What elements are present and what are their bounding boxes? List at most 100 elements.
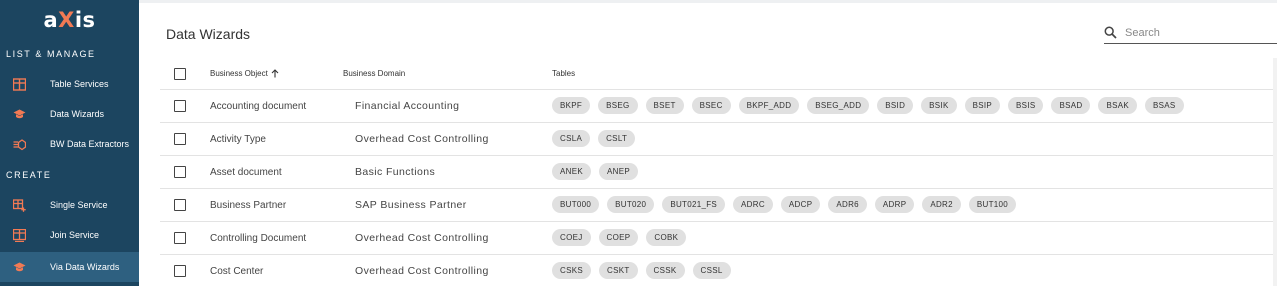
table-chip[interactable]: ADRP: [874, 196, 915, 213]
table-row[interactable]: Accounting document Financial Accounting B…: [160, 90, 1277, 123]
tables-cell: CSLA CSLT: [552, 130, 636, 147]
page-title: Data Wizards: [166, 26, 251, 42]
main-panel: Data Wizards Business Object Business Do…: [139, 0, 1277, 286]
table-chip[interactable]: BSAD: [1051, 97, 1091, 114]
table-chip[interactable]: ADR6: [828, 196, 867, 213]
table-chip[interactable]: ANEK: [552, 163, 591, 180]
business-object-cell: Activity Type: [210, 134, 266, 145]
table-chip[interactable]: COBK: [646, 229, 687, 246]
column-header-business-object[interactable]: Business Object: [210, 69, 279, 78]
business-domain-cell: Financial Accounting: [355, 100, 460, 112]
table-chip[interactable]: BSIS: [1008, 97, 1044, 114]
table-body: Accounting document Financial Accounting B…: [160, 90, 1277, 286]
sidebar-item-label: BW Data Extractors: [50, 139, 130, 149]
business-domain-cell: Overhead Cost Controlling: [355, 265, 489, 277]
table-chip[interactable]: CSSK: [645, 262, 685, 279]
section-label-list-manage: LIST & MANAGE: [6, 49, 96, 59]
table-row[interactable]: Asset document Basic Functions ANEK ANEP: [160, 156, 1277, 189]
sidebar-item-join-service[interactable]: Join Service: [0, 220, 139, 250]
table-chip[interactable]: BSEG: [598, 97, 638, 114]
sidebar-item-label: Via Data Wizards: [50, 262, 120, 272]
table-chip[interactable]: ADR2: [922, 196, 961, 213]
search-box[interactable]: [1104, 22, 1277, 44]
row-checkbox[interactable]: [174, 166, 186, 178]
tables-cell: CSKS CSKT CSSK CSSL: [552, 262, 731, 279]
table-row[interactable]: Activity Type Overhead Cost Controlling CS…: [160, 123, 1277, 156]
tables-cell: COEJ COEP COBK: [552, 229, 687, 246]
business-object-cell: Accounting document: [210, 101, 307, 112]
business-domain-cell: Overhead Cost Controlling: [355, 133, 489, 145]
table-chip[interactable]: ADCP: [780, 196, 821, 213]
business-domain-cell: SAP Business Partner: [355, 199, 467, 211]
business-object-cell: Controlling Document: [210, 233, 307, 244]
sidebar-item-via-data-wizards[interactable]: Via Data Wizards: [0, 252, 139, 282]
scrollbar-track[interactable]: [1273, 58, 1277, 286]
tables-cell: BUT000 BUT020 BUT021_FS ADRC ADCP ADR6 ADRP ADR…: [552, 196, 1017, 213]
table-chip[interactable]: ADRC: [733, 196, 773, 213]
table-chip[interactable]: CSKT: [599, 262, 638, 279]
graduation-cap-icon: [13, 261, 26, 274]
sidebar-item-bw-data-extractors[interactable]: BW Data Extractors: [0, 129, 139, 159]
table-chip[interactable]: CSLA: [552, 130, 591, 147]
table-chip[interactable]: COEP: [598, 229, 639, 246]
tables-cell: ANEK ANEP: [552, 163, 638, 180]
table-chip[interactable]: ANEP: [599, 163, 638, 180]
row-checkbox[interactable]: [174, 100, 186, 112]
table-chip[interactable]: BSET: [645, 97, 684, 114]
table-header: Business Object Business Domain Tables: [160, 58, 1277, 90]
sidebar-item-label: Single Service: [50, 200, 108, 210]
table-chip[interactable]: BUT000: [552, 196, 600, 213]
table-row[interactable]: Cost Center Overhead Cost Controlling CSKS…: [160, 255, 1277, 286]
column-header-label: Business Object: [210, 69, 268, 78]
table-chip[interactable]: BUT021_FS: [662, 196, 726, 213]
join-table-icon: [13, 228, 26, 242]
section-label-create: CREATE: [6, 170, 52, 180]
arrow-up-icon[interactable]: [271, 69, 279, 78]
business-object-cell: Business Partner: [210, 200, 287, 211]
search-icon[interactable]: [1104, 26, 1117, 39]
table-chip[interactable]: COEJ: [552, 229, 591, 246]
search-input[interactable]: [1125, 26, 1265, 39]
table-chip[interactable]: BUT020: [607, 196, 655, 213]
table-add-icon: [13, 198, 26, 212]
sidebar: aXis LIST & MANAGE Table Services Data W…: [0, 0, 139, 286]
app-root: aXis LIST & MANAGE Table Services Data W…: [0, 0, 1277, 286]
business-object-cell: Cost Center: [210, 266, 264, 277]
table-chip[interactable]: BSAS: [1145, 97, 1184, 114]
select-all-checkbox[interactable]: [174, 68, 186, 80]
table-icon: [13, 77, 26, 91]
row-checkbox[interactable]: [174, 133, 186, 145]
row-checkbox[interactable]: [174, 232, 186, 244]
table-chip[interactable]: BSID: [877, 97, 914, 114]
table-chip[interactable]: CSSL: [692, 262, 731, 279]
extractor-icon: [13, 138, 26, 151]
tables-cell: BKPF BSEG BSET BSEC BKPF_ADD BSEG_ADD BSID BSIK…: [552, 97, 1184, 114]
table-row[interactable]: Business Partner SAP Business Partner BUT0…: [160, 189, 1277, 222]
table-chip[interactable]: BKPF_ADD: [738, 97, 800, 114]
table-chip[interactable]: CSLT: [598, 130, 636, 147]
table-chip[interactable]: CSKS: [552, 262, 591, 279]
column-header-business-domain[interactable]: Business Domain: [343, 69, 405, 78]
table-chip[interactable]: BSEG_ADD: [807, 97, 870, 114]
top-divider: [139, 0, 1277, 3]
business-domain-cell: Overhead Cost Controlling: [355, 232, 489, 244]
table-chip[interactable]: BSIP: [964, 97, 1001, 114]
sidebar-item-table-services[interactable]: Table Services: [0, 69, 139, 99]
sidebar-item-label: Join Service: [50, 230, 100, 240]
table-chip[interactable]: BKPF: [552, 97, 591, 114]
table-chip[interactable]: BSEC: [691, 97, 731, 114]
sidebar-item-data-wizards[interactable]: Data Wizards: [0, 99, 139, 129]
table-chip[interactable]: BUT100: [968, 196, 1017, 213]
table-chip[interactable]: BSAK: [1098, 97, 1138, 114]
row-checkbox[interactable]: [174, 265, 186, 277]
graduation-cap-icon: [13, 108, 26, 121]
data-wizards-table: Business Object Business Domain Tables A…: [160, 58, 1277, 286]
table-row[interactable]: Controlling Document Overhead Cost Contro…: [160, 222, 1277, 255]
sidebar-item-label: Data Wizards: [50, 109, 105, 119]
row-checkbox[interactable]: [174, 199, 186, 211]
business-object-cell: Asset document: [210, 167, 282, 178]
column-header-tables[interactable]: Tables: [552, 69, 575, 78]
sidebar-item-single-service[interactable]: Single Service: [0, 190, 139, 220]
table-chip[interactable]: BSIK: [921, 97, 957, 114]
sidebar-item-label: Table Services: [50, 79, 109, 89]
